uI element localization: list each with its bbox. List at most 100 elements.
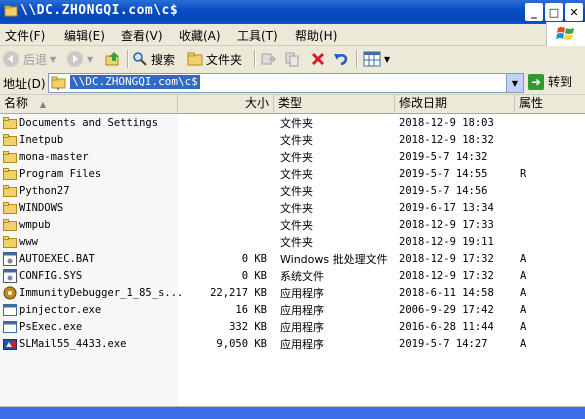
- column-type-label: 类型: [278, 96, 303, 110]
- file-row[interactable]: Program Files 文件夹 2019-5-7 14:55 R: [0, 166, 585, 183]
- file-modified: 2018-12-9 17:32: [399, 270, 494, 282]
- column-header-modified[interactable]: 修改日期: [395, 95, 515, 112]
- maximize-button[interactable]: □: [545, 3, 563, 21]
- address-dropdown[interactable]: ▼: [506, 74, 523, 92]
- file-size: 16 KB: [235, 304, 267, 316]
- address-label: 地址(D): [3, 77, 46, 91]
- file-modified: 2018-12-9 18:03: [399, 117, 494, 129]
- file-row[interactable]: CONFIG.SYS 0 KB 系统文件 2018-12-9 17:32 A: [0, 268, 585, 285]
- back-button[interactable]: 后退 ▼: [2, 49, 56, 69]
- file-row[interactable]: PsExec.exe 332 KB 应用程序 2016-6-28 11:44 A: [0, 319, 585, 336]
- file-attributes: A: [520, 338, 527, 350]
- up-folder-button[interactable]: [104, 49, 122, 69]
- file-row[interactable]: Inetpub 文件夹 2018-12-9 18:32: [0, 132, 585, 149]
- forward-button[interactable]: ▼: [66, 49, 93, 69]
- undo-icon: [334, 54, 348, 66]
- file-size: 9,050 KB: [216, 338, 267, 350]
- move-to-button[interactable]: [260, 49, 276, 69]
- file-row[interactable]: SLMail55_4433.exe 9,050 KB 应用程序 2019-5-7 14…: [0, 336, 585, 353]
- chevron-down-icon[interactable]: ▼: [384, 55, 390, 64]
- file-size: 0 KB: [241, 270, 267, 282]
- file-modified: 2018-12-9 17:33: [399, 219, 494, 231]
- copy-to-button[interactable]: [284, 49, 300, 69]
- file-name: Inetpub: [19, 134, 64, 146]
- maximize-icon: □: [548, 5, 560, 19]
- file-name: mona-master: [19, 151, 89, 163]
- folder-icon: [3, 116, 17, 130]
- folder-window-icon: [4, 5, 18, 17]
- undo-button[interactable]: [333, 49, 349, 69]
- go-label: 转到: [548, 75, 573, 89]
- file-attributes: A: [520, 253, 527, 265]
- search-button[interactable]: 搜索: [132, 49, 175, 69]
- sort-ascending-icon: ▲: [39, 100, 46, 109]
- file-type: 文件夹: [280, 117, 313, 130]
- minimize-button[interactable]: _: [525, 3, 543, 21]
- file-list: 名称 ▲ 大小 类型 修改日期 属性 Documents and Setting…: [0, 95, 585, 406]
- exe-icon: [3, 320, 17, 334]
- file-modified: 2019-5-7 14:27: [399, 338, 488, 350]
- file-row[interactable]: www 文件夹 2018-12-9 19:11: [0, 234, 585, 251]
- folders-button[interactable]: 文件夹: [187, 49, 242, 69]
- folder-icon: [187, 52, 203, 66]
- address-bar: 地址(D) \\DC.ZHONGQI.com\c$ ▼ ➜ 转到: [0, 72, 585, 95]
- menu-help[interactable]: 帮助(H): [295, 27, 337, 44]
- column-header-type[interactable]: 类型: [274, 95, 395, 112]
- file-row[interactable]: Python27 文件夹 2019-5-7 14:56: [0, 183, 585, 200]
- chevron-down-icon: ▼: [511, 78, 519, 88]
- column-header-attributes[interactable]: 属性: [515, 95, 585, 112]
- file-name: wmpub: [19, 219, 51, 231]
- column-modified-label: 修改日期: [399, 96, 448, 110]
- menu-view[interactable]: 查看(V): [121, 27, 163, 44]
- exe-icon: [3, 303, 17, 317]
- menu-edit[interactable]: 编辑(E): [64, 27, 105, 44]
- column-size-label: 大小: [244, 96, 269, 110]
- file-type: 文件夹: [280, 168, 313, 181]
- go-arrow-icon: ➜: [528, 73, 544, 90]
- file-modified: 2019-5-7 14:32: [399, 151, 488, 163]
- file-type: 文件夹: [280, 151, 313, 164]
- chevron-down-icon[interactable]: ▼: [87, 55, 93, 64]
- chevron-down-icon[interactable]: ▼: [50, 55, 56, 64]
- file-row[interactable]: pinjector.exe 16 KB 应用程序 2006-9-29 17:42 A: [0, 302, 585, 319]
- file-row[interactable]: ImmunityDebugger_1_85_s... 22,217 KB 应用程序 2…: [0, 285, 585, 302]
- back-label: 后退: [23, 52, 48, 67]
- menu-file[interactable]: 文件(F): [5, 27, 45, 44]
- file-type: 应用程序: [280, 304, 324, 317]
- file-modified: 2019-5-7 14:56: [399, 185, 488, 197]
- copy-to-icon: [285, 52, 299, 67]
- file-name: AUTOEXEC.BAT: [19, 253, 95, 265]
- folder-icon: [3, 235, 17, 249]
- column-header-size[interactable]: 大小: [178, 95, 274, 112]
- close-button[interactable]: ✕: [565, 3, 583, 21]
- views-button[interactable]: ▼: [363, 49, 390, 69]
- file-row[interactable]: WINDOWS 文件夹 2019-6-17 13:34: [0, 200, 585, 217]
- up-folder-icon: [105, 52, 119, 66]
- file-attributes: R: [520, 168, 527, 180]
- go-button[interactable]: ➜ 转到: [528, 73, 572, 90]
- back-arrow-icon: [3, 51, 19, 67]
- menu-tools[interactable]: 工具(T): [237, 27, 278, 44]
- file-type: 应用程序: [280, 321, 324, 334]
- file-type: 文件夹: [280, 236, 313, 249]
- file-name: Python27: [19, 185, 70, 197]
- folder-icon: [3, 218, 17, 232]
- file-row[interactable]: AUTOEXEC.BAT 0 KB Windows 批处理文件 2018-12-9 1…: [0, 251, 585, 268]
- menu-favorites[interactable]: 收藏(A): [179, 27, 221, 44]
- file-type: 应用程序: [280, 287, 324, 300]
- window-title: \\DC.ZHONGQI.com\c$: [20, 3, 179, 18]
- file-name: Program Files: [19, 168, 102, 180]
- delete-button[interactable]: [310, 49, 326, 69]
- file-name: ImmunityDebugger_1_85_s...: [19, 287, 184, 299]
- file-row[interactable]: mona-master 文件夹 2019-5-7 14:32: [0, 149, 585, 166]
- column-header-name[interactable]: 名称 ▲: [0, 95, 178, 112]
- file-row[interactable]: wmpub 文件夹 2018-12-9 17:33: [0, 217, 585, 234]
- folder-icon: [3, 150, 17, 164]
- address-input[interactable]: \\DC.ZHONGQI.com\c$ ▼: [48, 73, 524, 93]
- title-bar[interactable]: \\DC.ZHONGQI.com\c$ _ □ ✕: [0, 0, 585, 24]
- file-row[interactable]: Documents and Settings 文件夹 2018-12-9 18:03: [0, 115, 585, 132]
- file-modified: 2019-6-17 13:34: [399, 202, 494, 214]
- system-file-icon: [3, 269, 17, 283]
- minimize-icon: _: [531, 5, 537, 19]
- file-type: 应用程序: [280, 338, 324, 351]
